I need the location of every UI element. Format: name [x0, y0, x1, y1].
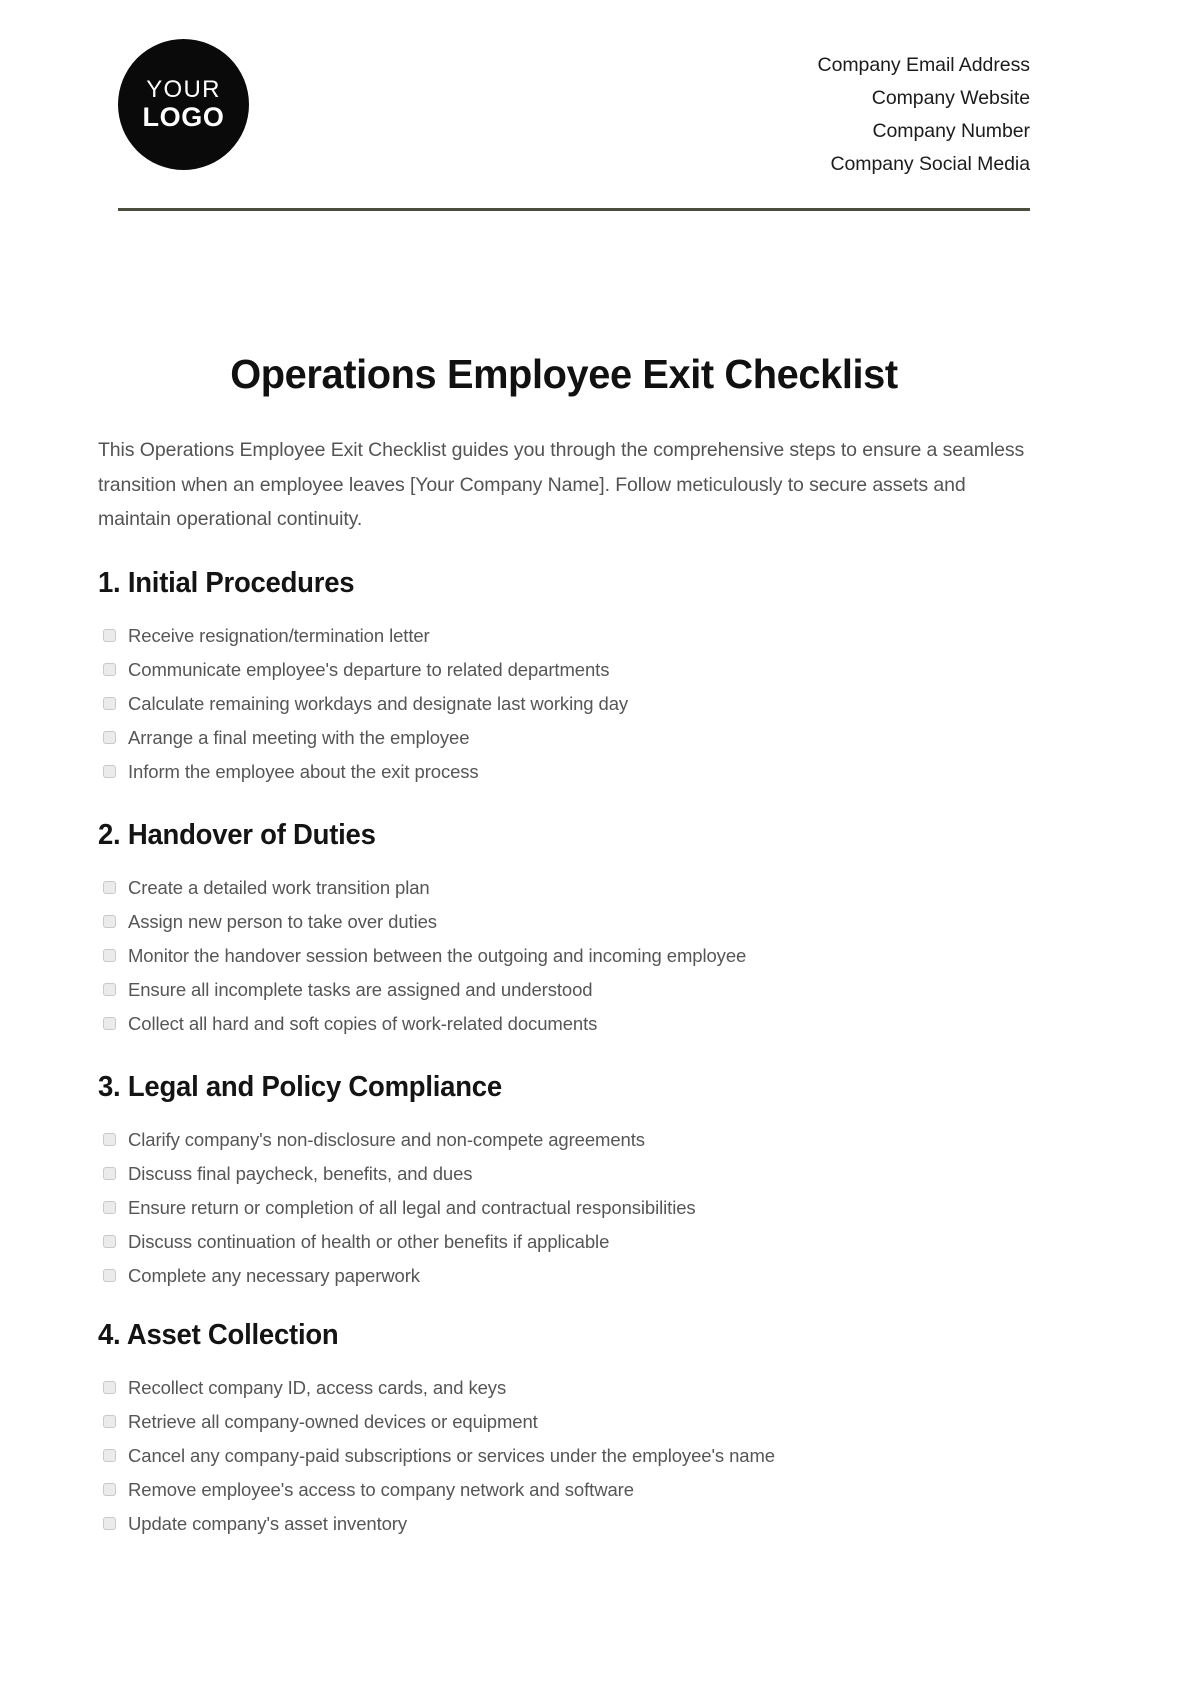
section-heading: 3. Legal and Policy Compliance: [98, 1070, 502, 1103]
checkbox-icon[interactable]: [103, 1200, 116, 1214]
list-item-label: Cancel any company-paid subscriptions or…: [128, 1444, 775, 1466]
checkbox-icon[interactable]: [103, 764, 116, 778]
document-header: YOUR LOGO Company Email Address Company …: [0, 0, 1200, 181]
section-heading: 1. Initial Procedures: [98, 566, 355, 599]
list-item[interactable]: Complete any necessary paperwork: [98, 1259, 1030, 1293]
checkbox-icon[interactable]: [103, 948, 116, 962]
list-item[interactable]: Recollect company ID, access cards, and …: [98, 1371, 1030, 1405]
list-item[interactable]: Discuss continuation of health or other …: [98, 1225, 1030, 1259]
list-item-label: Arrange a final meeting with the employe…: [128, 726, 470, 748]
list-item[interactable]: Calculate remaining workdays and designa…: [98, 687, 1030, 721]
company-contact-block: Company Email Address Company Website Co…: [817, 36, 1031, 181]
list-item[interactable]: Receive resignation/termination letter: [98, 619, 1030, 653]
section-legal-and-policy-compliance: 3. Legal and Policy Compliance Clarify c…: [98, 1071, 1030, 1293]
section-asset-collection: 4. Asset Collection Recollect company ID…: [98, 1319, 1030, 1541]
list-item-label: Complete any necessary paperwork: [128, 1264, 420, 1286]
company-logo: YOUR LOGO: [118, 39, 249, 170]
contact-social-media: Company Social Media: [830, 153, 1030, 175]
list-item-label: Calculate remaining workdays and designa…: [128, 692, 629, 714]
list-item-label: Inform the employee about the exit proce…: [128, 760, 479, 782]
section-heading: 2. Handover of Duties: [98, 818, 376, 851]
intro-paragraph: This Operations Employee Exit Checklist …: [98, 439, 1025, 530]
page-title: Operations Employee Exit Checklist: [230, 351, 898, 397]
checkbox-icon[interactable]: [103, 1516, 116, 1530]
checkbox-icon[interactable]: [103, 1016, 116, 1030]
checklist-items: Clarify company's non-disclosure and non…: [98, 1123, 1030, 1293]
list-item-label: Assign new person to take over duties: [128, 910, 437, 932]
checkbox-icon[interactable]: [103, 1448, 116, 1462]
list-item[interactable]: Retrieve all company-owned devices or eq…: [98, 1405, 1030, 1439]
list-item[interactable]: Assign new person to take over duties: [98, 905, 1030, 939]
list-item[interactable]: Cancel any company-paid subscriptions or…: [98, 1439, 1030, 1473]
document-body: Operations Employee Exit Checklist This …: [0, 351, 1200, 1541]
contact-number: Company Number: [872, 120, 1030, 142]
checkbox-icon[interactable]: [103, 628, 116, 642]
checkbox-icon[interactable]: [103, 1268, 116, 1282]
checkbox-icon[interactable]: [103, 1234, 116, 1248]
contact-website: Company Website: [871, 87, 1030, 109]
list-item[interactable]: Monitor the handover session between the…: [98, 939, 1030, 973]
list-item-label: Ensure all incomplete tasks are assigned…: [128, 978, 593, 1000]
list-item-label: Update company's asset inventory: [128, 1512, 408, 1534]
list-item[interactable]: Remove employee's access to company netw…: [98, 1473, 1030, 1507]
checkbox-icon[interactable]: [103, 880, 116, 894]
checkbox-icon[interactable]: [103, 1414, 116, 1428]
contact-email-address: Company Email Address: [817, 54, 1031, 76]
logo-logo-text: LOGO: [142, 101, 225, 132]
checkbox-icon[interactable]: [103, 730, 116, 744]
section-handover-of-duties: 2. Handover of Duties Create a detailed …: [98, 819, 1030, 1041]
checkbox-icon[interactable]: [103, 1482, 116, 1496]
list-item-label: Retrieve all company-owned devices or eq…: [128, 1410, 538, 1432]
list-item-label: Clarify company's non-disclosure and non…: [128, 1128, 645, 1150]
list-item-label: Receive resignation/termination letter: [128, 624, 430, 646]
list-item[interactable]: Update company's asset inventory: [98, 1507, 1030, 1541]
logo-your-text: YOUR: [146, 75, 221, 103]
section-initial-procedures: 1. Initial Procedures Receive resignatio…: [98, 567, 1030, 789]
list-item[interactable]: Inform the employee about the exit proce…: [98, 755, 1030, 789]
checkbox-icon[interactable]: [103, 696, 116, 710]
list-item-label: Monitor the handover session between the…: [128, 944, 747, 966]
document-page: YOUR LOGO Company Email Address Company …: [0, 0, 1200, 1700]
list-item-label: Ensure return or completion of all legal…: [128, 1196, 696, 1218]
section-heading: 4. Asset Collection: [98, 1318, 339, 1351]
list-item-label: Communicate employee's departure to rela…: [128, 658, 610, 680]
checkbox-icon[interactable]: [103, 1166, 116, 1180]
list-item-label: Discuss final paycheck, benefits, and du…: [128, 1162, 473, 1184]
list-item-label: Collect all hard and soft copies of work…: [128, 1012, 598, 1034]
list-item[interactable]: Create a detailed work transition plan: [98, 871, 1030, 905]
list-item[interactable]: Collect all hard and soft copies of work…: [98, 1007, 1030, 1041]
list-item[interactable]: Ensure return or completion of all legal…: [98, 1191, 1030, 1225]
list-item-label: Create a detailed work transition plan: [128, 876, 430, 898]
list-item[interactable]: Discuss final paycheck, benefits, and du…: [98, 1157, 1030, 1191]
list-item[interactable]: Communicate employee's departure to rela…: [98, 653, 1030, 687]
checklist-items: Recollect company ID, access cards, and …: [98, 1371, 1030, 1541]
list-item-label: Recollect company ID, access cards, and …: [128, 1376, 507, 1398]
checklist-items: Receive resignation/termination letter C…: [98, 619, 1030, 789]
list-item-label: Discuss continuation of health or other …: [128, 1230, 610, 1252]
list-item[interactable]: Arrange a final meeting with the employe…: [98, 721, 1030, 755]
list-item-label: Remove employee's access to company netw…: [128, 1478, 634, 1500]
checkbox-icon[interactable]: [103, 662, 116, 676]
checkbox-icon[interactable]: [103, 1132, 116, 1146]
checkbox-icon[interactable]: [103, 914, 116, 928]
list-item[interactable]: Clarify company's non-disclosure and non…: [98, 1123, 1030, 1157]
list-item[interactable]: Ensure all incomplete tasks are assigned…: [98, 973, 1030, 1007]
checkbox-icon[interactable]: [103, 982, 116, 996]
checkbox-icon[interactable]: [103, 1380, 116, 1394]
checklist-items: Create a detailed work transition plan A…: [98, 871, 1030, 1041]
header-divider: [118, 208, 1030, 211]
